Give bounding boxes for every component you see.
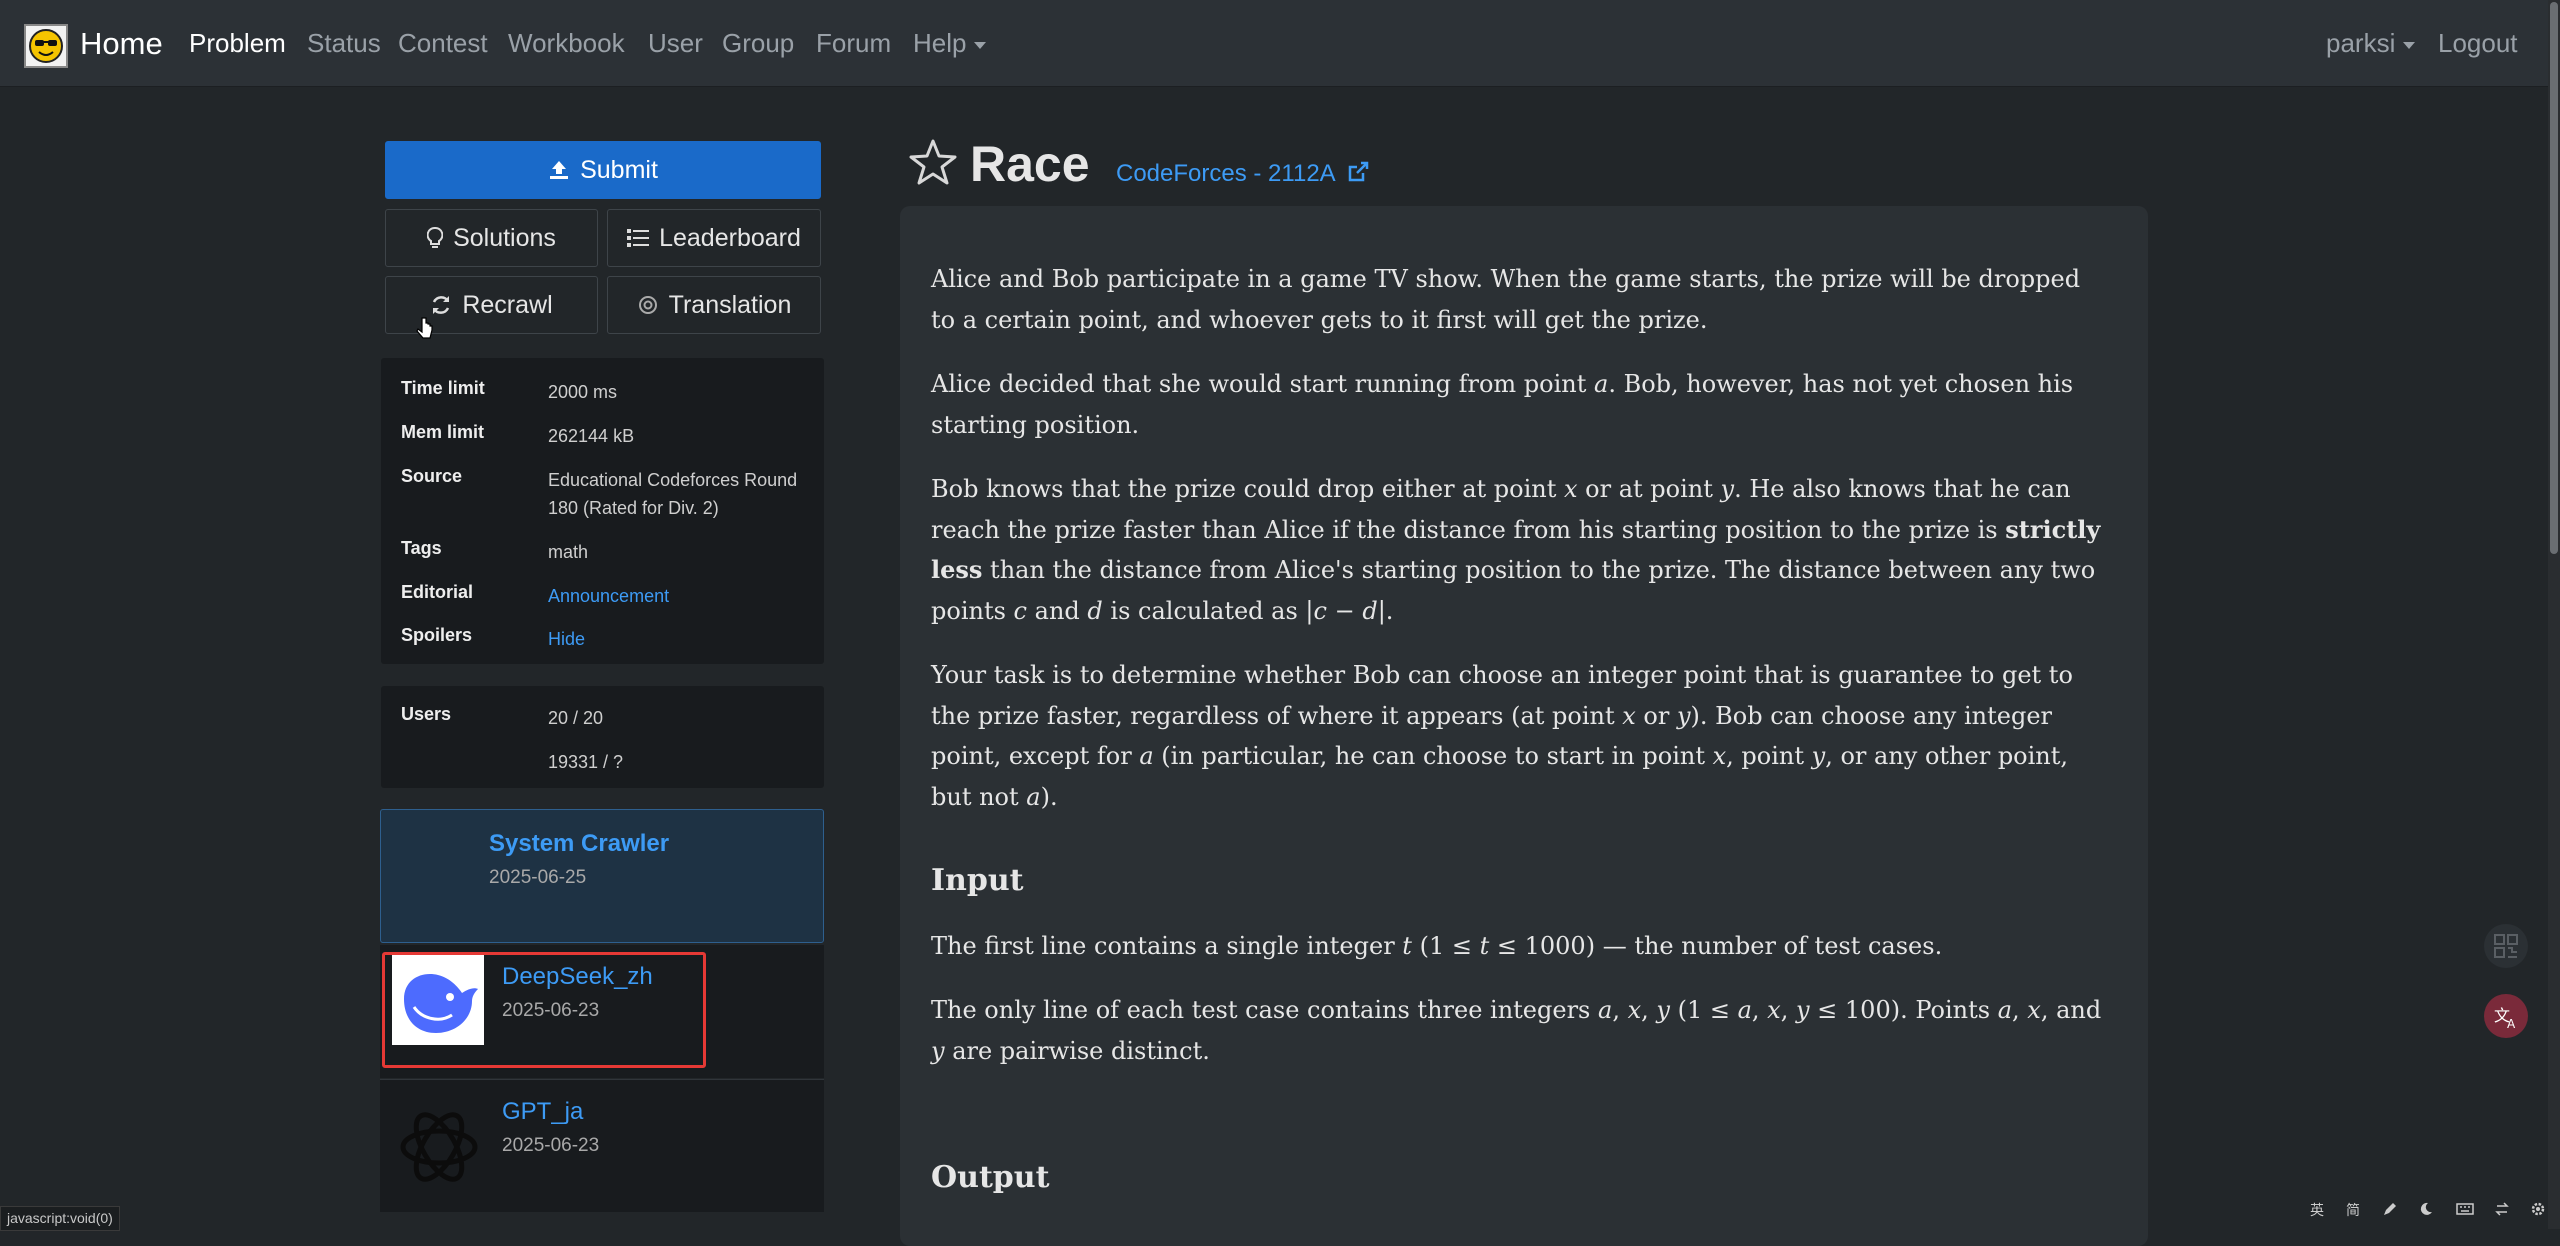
source-link-label: CodeForces - 2112A (1116, 160, 1335, 187)
source-value: Educational Codeforces Round 180 (Rated … (548, 470, 798, 518)
mouse-cursor-icon (416, 317, 433, 339)
highlight-box (382, 952, 706, 1068)
status-bar-url: javascript:void(0) (0, 1206, 120, 1231)
pen-icon[interactable] (2382, 1201, 2398, 1217)
external-link-icon (1348, 161, 1369, 182)
solution-item-deepseek[interactable]: DeepSeek_zh 2025-06-23 (380, 945, 824, 1078)
nav-user[interactable]: User (648, 28, 703, 59)
spoilers-label: Spoilers (401, 625, 473, 645)
mem-limit-value: 262144 kB (548, 426, 635, 446)
logout-link[interactable]: Logout (2438, 28, 2518, 59)
editorial-link[interactable]: Announcement (548, 582, 808, 610)
brand-home-link[interactable]: Home (80, 26, 163, 62)
input-heading: Input (931, 863, 1024, 898)
solutions-label: Solutions (453, 223, 556, 252)
tags-label: Tags (401, 538, 442, 558)
users-label: Users (401, 704, 452, 724)
solutions-button[interactable]: Solutions (385, 209, 598, 267)
mem-limit-label: Mem limit (401, 422, 485, 442)
input-paragraph-2: The only line of each test case contains… (931, 996, 2102, 1065)
statement-paragraph-4: Your task is to determine whether Bob ca… (931, 661, 2073, 811)
solution-author[interactable]: System Crawler (489, 830, 669, 858)
nav-contest[interactable]: Contest (398, 28, 488, 59)
spoilers-toggle[interactable]: Hide (548, 625, 808, 653)
solution-date: 2025-06-23 (502, 1135, 600, 1156)
translation-label: Translation (668, 290, 792, 319)
qr-code-icon[interactable] (2484, 924, 2528, 968)
translation-button[interactable]: Translation (607, 276, 821, 334)
users-panel: Users 20 / 20 19331 / ? (381, 686, 824, 788)
moon-icon[interactable] (2418, 1201, 2434, 1217)
chevron-down-icon (974, 41, 987, 49)
time-limit-label: Time limit (401, 378, 485, 398)
scrollbar-thumb[interactable] (2550, 2, 2558, 554)
submit-button[interactable]: Submit (385, 141, 821, 199)
ime-simplified-indicator[interactable]: 简 (2346, 1200, 2360, 1220)
solution-date: 2025-06-25 (489, 867, 587, 888)
ime-english-indicator[interactable]: 英 (2310, 1200, 2324, 1220)
refresh-icon (430, 294, 452, 316)
statement-paragraph-1: Alice and Bob participate in a game TV s… (931, 265, 2081, 334)
time-limit-value: 2000 ms (548, 382, 618, 402)
list-icon (627, 228, 650, 248)
tag-math[interactable]: math (548, 538, 808, 566)
leaderboard-button[interactable]: Leaderboard (607, 209, 821, 267)
keyboard-icon[interactable] (2456, 1201, 2474, 1217)
solution-item-gpt[interactable]: GPT_ja 2025-06-23 (380, 1079, 824, 1212)
gear-icon[interactable] (2530, 1201, 2546, 1217)
problem-source-link[interactable]: CodeForces - 2112A (1116, 160, 1369, 188)
username-label: parksi (2326, 28, 2396, 58)
chevron-down-icon (2403, 41, 2416, 49)
nav-help-dropdown[interactable]: Help (913, 28, 987, 59)
editorial-label: Editorial (401, 582, 474, 602)
source-label: Source (401, 466, 463, 486)
transfer-icon[interactable] (2494, 1201, 2510, 1217)
lightbulb-icon (427, 227, 444, 249)
statement-paragraph-3: Bob knows that the prize could drop eith… (931, 475, 2101, 625)
output-heading: Output (931, 1160, 1050, 1195)
problem-title: Race (970, 136, 1090, 192)
user-dropdown[interactable]: parksi (2326, 28, 2416, 59)
solution-author[interactable]: GPT_ja (502, 1098, 583, 1126)
nav-problem[interactable]: Problem (189, 28, 286, 59)
nav-forum[interactable]: Forum (816, 28, 891, 59)
upload-icon (548, 159, 570, 181)
nav-group[interactable]: Group (722, 28, 794, 59)
problem-info-panel: Time limit 2000 ms Mem limit 262144 kB S… (381, 358, 824, 664)
input-paragraph-1: The first line contains a single integer… (931, 932, 1943, 960)
openai-icon (637, 294, 659, 316)
statement-paragraph-2: Alice decided that she would start runni… (931, 370, 2074, 439)
translate-icon[interactable]: 文A (2484, 994, 2528, 1038)
openai-logo-icon (394, 1102, 484, 1192)
nav-workbook[interactable]: Workbook (508, 28, 625, 59)
recrawl-label: Recrawl (462, 290, 553, 319)
brand-logo-icon[interactable] (24, 24, 68, 68)
nav-status[interactable]: Status (307, 28, 381, 59)
nav-help-label: Help (913, 28, 967, 58)
leaderboard-label: Leaderboard (659, 223, 801, 252)
users-solved-count: 20 / 20 (548, 708, 604, 728)
users-total-count: 19331 / ? (548, 752, 624, 772)
star-favorite-icon[interactable] (908, 138, 958, 186)
submit-label: Submit (580, 155, 658, 184)
svg-text:A: A (2507, 1017, 2516, 1030)
solution-item-system-crawler[interactable]: System Crawler 2025-06-25 (380, 809, 824, 943)
top-navbar: Home Problem Status Contest Workbook Use… (0, 0, 2548, 87)
